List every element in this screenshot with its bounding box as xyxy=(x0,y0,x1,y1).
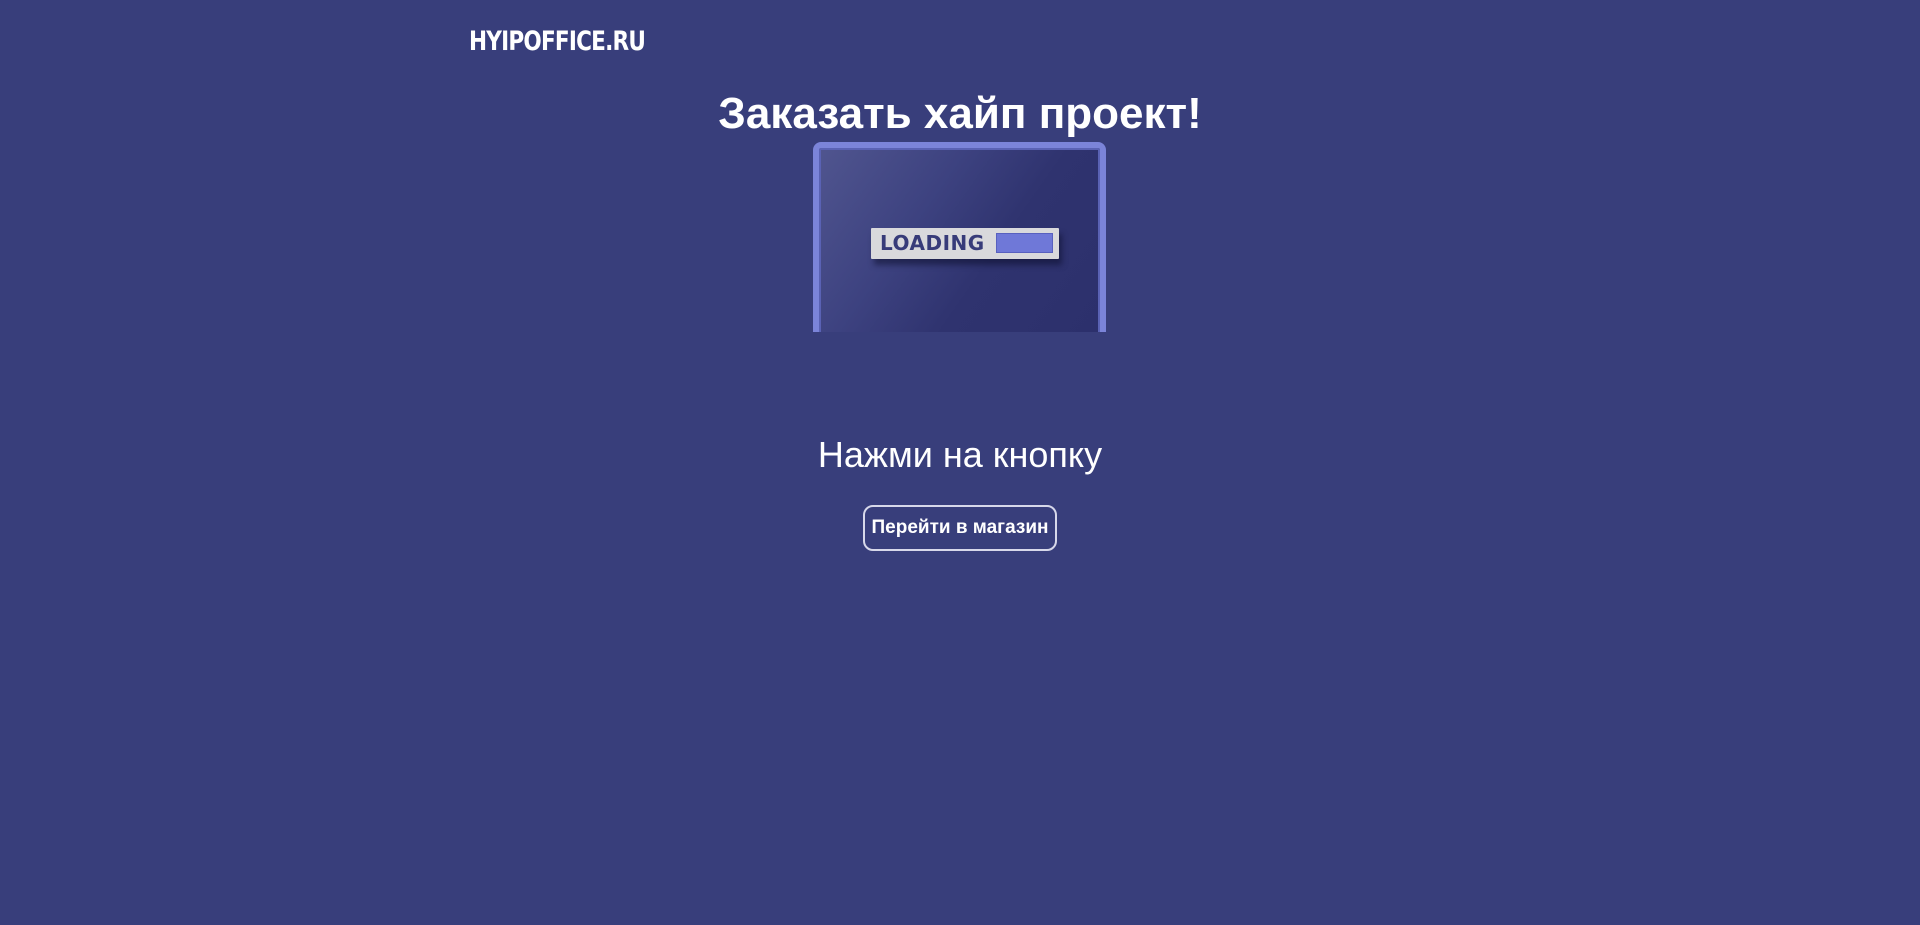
call-to-action-text: Нажми на кнопку xyxy=(817,434,1103,475)
page-title: Заказать хайп проект! xyxy=(718,89,1202,138)
page: HYIPOFFICE.RU Заказать хайп проект! LOAD… xyxy=(0,0,1920,925)
loading-label: LOADING xyxy=(880,231,985,255)
loading-illustration: LOADING xyxy=(813,142,1108,332)
site-logo[interactable]: HYIPOFFICE.RU xyxy=(469,26,646,58)
loading-bar: LOADING xyxy=(871,228,1059,259)
loading-progress-fill xyxy=(996,233,1053,253)
go-to-shop-button[interactable]: Перейти в магазин xyxy=(863,505,1057,551)
screen-frame: LOADING xyxy=(813,142,1106,332)
